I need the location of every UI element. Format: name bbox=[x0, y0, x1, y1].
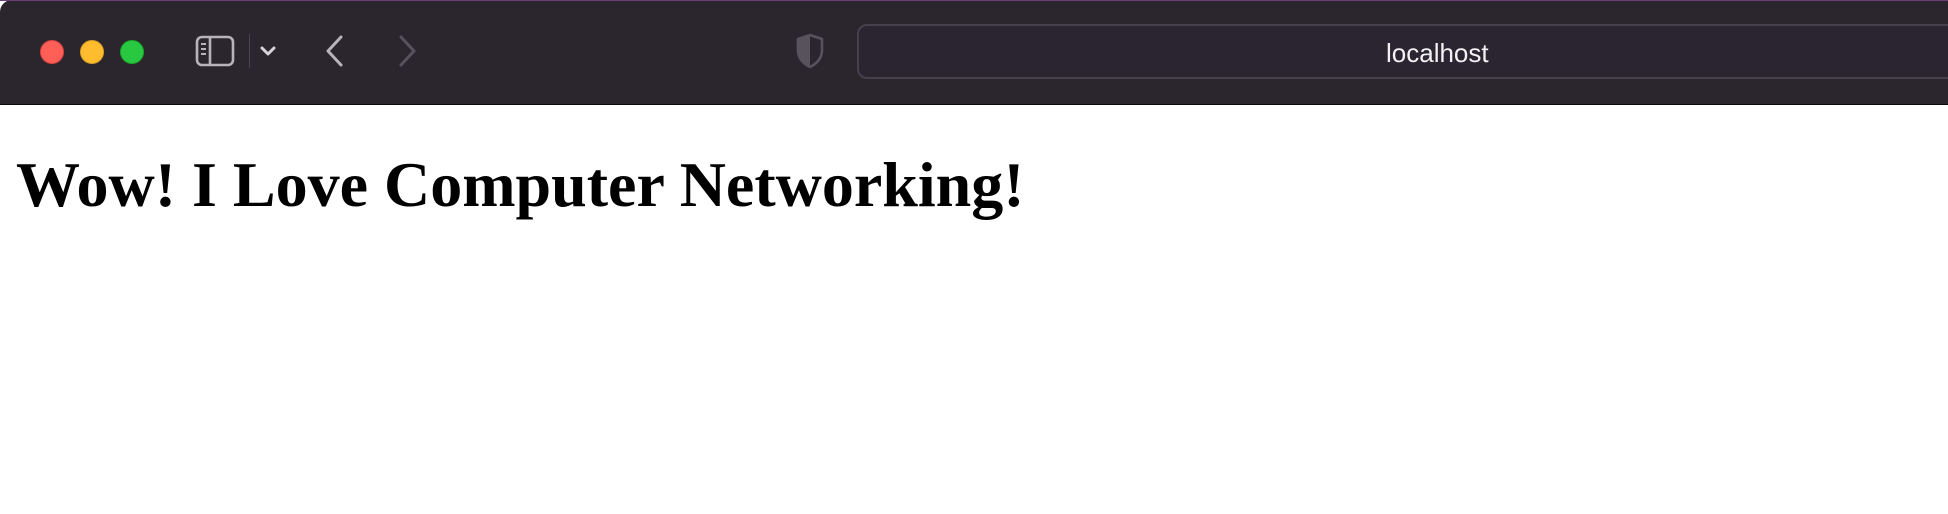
page-heading: Wow! I Love Computer Networking! bbox=[16, 149, 1025, 220]
browser-window: localhost Wow! I Love Computer Networkin… bbox=[0, 0, 1948, 514]
close-window-button[interactable] bbox=[40, 40, 64, 64]
address-text[interactable]: localhost bbox=[1386, 38, 1489, 68]
minimize-window-button[interactable] bbox=[80, 40, 104, 64]
page-content: Wow! I Love Computer Networking! bbox=[0, 105, 1948, 514]
sidebar-icon[interactable] bbox=[195, 34, 235, 68]
privacy-shield-icon[interactable] bbox=[796, 33, 824, 69]
forward-arrow-icon[interactable] bbox=[394, 32, 420, 70]
back-arrow-icon[interactable] bbox=[322, 32, 348, 70]
toolbar-divider bbox=[249, 34, 250, 68]
browser-toolbar: localhost bbox=[0, 0, 1948, 105]
maximize-window-button[interactable] bbox=[120, 40, 144, 64]
chevron-down-icon[interactable] bbox=[258, 40, 278, 62]
